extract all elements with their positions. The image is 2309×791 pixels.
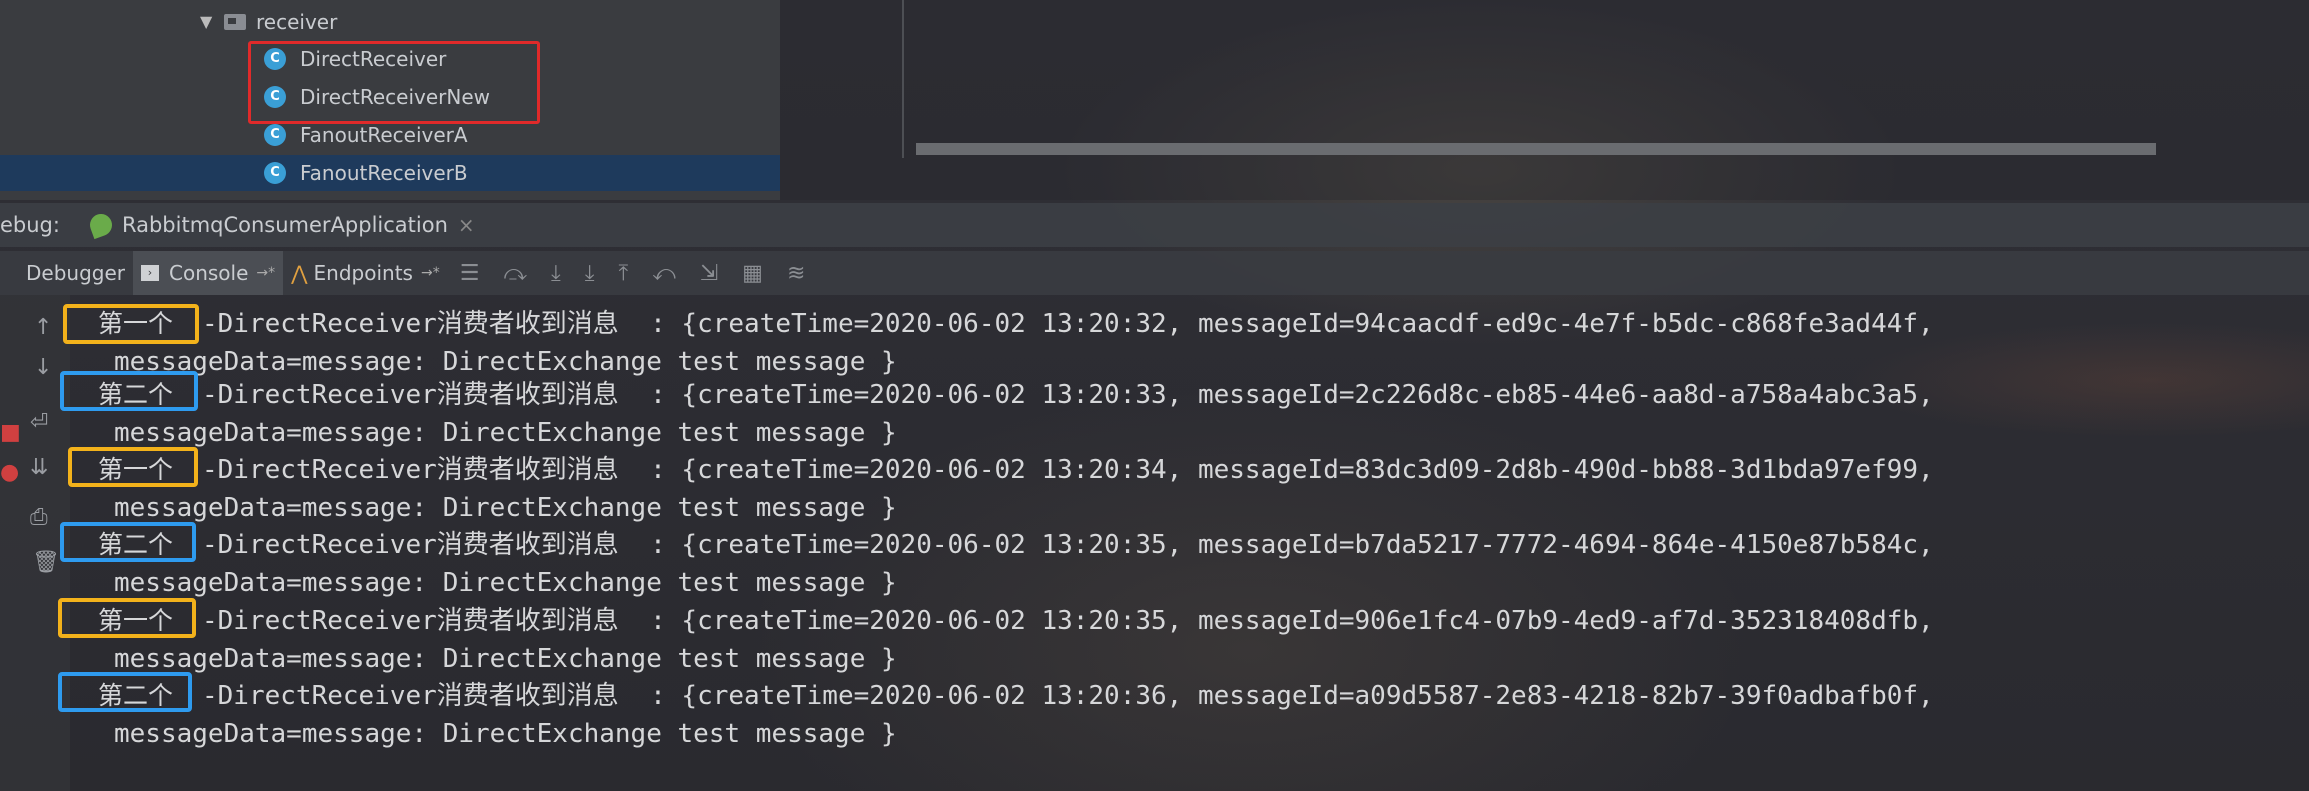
pin-icon[interactable]: →* — [256, 265, 275, 281]
step-out-icon[interactable]: ⤒ — [618, 261, 628, 286]
highlight-box-red — [248, 41, 540, 124]
debug-tab-bar: ebug: RabbitmqConsumerApplication × — [0, 203, 2309, 247]
debug-toolbar: Debugger › Console →* ⋀ Endpoints →* ☰ ⤼… — [0, 251, 2309, 295]
breakpoint-icon[interactable]: ● — [0, 460, 19, 485]
log-tag: 第二个 — [98, 380, 174, 409]
run-config-label: RabbitmqConsumerApplication — [121, 213, 448, 237]
print-icon[interactable]: ⎙ — [30, 505, 48, 530]
step-into-icon[interactable]: ⤓ — [551, 261, 561, 286]
log-tag: 第一个 — [98, 606, 174, 635]
spring-boot-icon — [86, 210, 116, 240]
drop-frame-icon[interactable]: ⤺ — [652, 261, 676, 286]
scroll-up-icon[interactable]: ↑ — [34, 315, 52, 340]
tab-endpoints-label: Endpoints — [313, 261, 413, 285]
menu-icon[interactable]: ☰ — [460, 261, 480, 286]
editor-area[interactable] — [780, 0, 2309, 200]
debug-label: ebug: — [0, 213, 60, 237]
tree-item-fanoutreceiverb[interactable]: C FanoutReceiverB — [0, 155, 780, 191]
evaluate-icon[interactable]: ▦ — [742, 261, 763, 286]
log-line: -DirectReceiver消费者收到消息 : {createTime=202… — [202, 681, 1934, 711]
log-line: -DirectReceiver消费者收到消息 : {createTime=202… — [202, 530, 1934, 560]
tab-endpoints[interactable]: ⋀ Endpoints →* — [283, 251, 448, 295]
log-line: -DirectReceiver消费者收到消息 : {createTime=202… — [202, 606, 1934, 636]
log-line: -DirectReceiver消费者收到消息 : {createTime=202… — [202, 309, 1934, 339]
log-tag: 第二个 — [98, 681, 174, 710]
scroll-to-end-icon[interactable]: ⇊ — [30, 455, 48, 480]
horizontal-scrollbar[interactable] — [916, 143, 2156, 155]
console-icon: › — [141, 265, 159, 281]
run-config-tab[interactable]: RabbitmqConsumerApplication × — [86, 210, 475, 240]
log-tag: 第一个 — [98, 309, 174, 338]
tree-folder-label: receiver — [256, 10, 338, 34]
tree-folder-receiver[interactable]: ▼ receiver — [200, 4, 337, 40]
log-line: -DirectReceiver消费者收到消息 : {createTime=202… — [202, 455, 1934, 485]
run-to-cursor-icon[interactable]: ⇲ — [700, 261, 718, 286]
log-line: messageData=message: DirectExchange test… — [114, 418, 897, 448]
log-tag: 第二个 — [98, 530, 174, 559]
editor-divider — [902, 0, 904, 158]
close-icon[interactable]: × — [458, 213, 475, 237]
log-line: messageData=message: DirectExchange test… — [114, 719, 897, 749]
endpoints-icon: ⋀ — [291, 261, 308, 285]
tab-debugger-label: Debugger — [26, 261, 125, 285]
log-line: messageData=message: DirectExchange test… — [114, 493, 897, 523]
project-tree: ▼ receiver C DirectReceiver C DirectRece… — [0, 0, 780, 200]
tree-item-label: FanoutReceiverB — [300, 161, 468, 185]
trace-icon[interactable]: ≋ — [787, 261, 805, 286]
console-output[interactable]: 第一个 -DirectReceiver消费者收到消息 : {createTime… — [58, 300, 2309, 791]
step-over-icon[interactable]: ⤼ — [503, 261, 527, 286]
class-icon: C — [264, 162, 286, 184]
tab-debugger[interactable]: Debugger — [18, 251, 133, 295]
class-icon: C — [264, 124, 286, 146]
soft-wrap-icon[interactable]: ⏎ — [30, 410, 48, 435]
trash-icon[interactable]: 🗑 — [32, 550, 60, 575]
folder-icon — [224, 14, 246, 30]
pin-icon[interactable]: →* — [421, 265, 440, 281]
tab-console[interactable]: › Console →* — [133, 251, 284, 295]
log-line: messageData=message: DirectExchange test… — [114, 568, 897, 598]
tab-console-label: Console — [169, 261, 249, 285]
force-step-into-icon[interactable]: ⤓ — [585, 261, 595, 286]
log-line: messageData=message: DirectExchange test… — [114, 644, 897, 674]
stop-icon[interactable]: ■ — [0, 420, 21, 445]
log-tag: 第一个 — [98, 455, 174, 484]
log-line: -DirectReceiver消费者收到消息 : {createTime=202… — [202, 380, 1934, 410]
chevron-down-icon[interactable]: ▼ — [200, 4, 224, 40]
scroll-down-icon[interactable]: ↓ — [34, 355, 52, 380]
